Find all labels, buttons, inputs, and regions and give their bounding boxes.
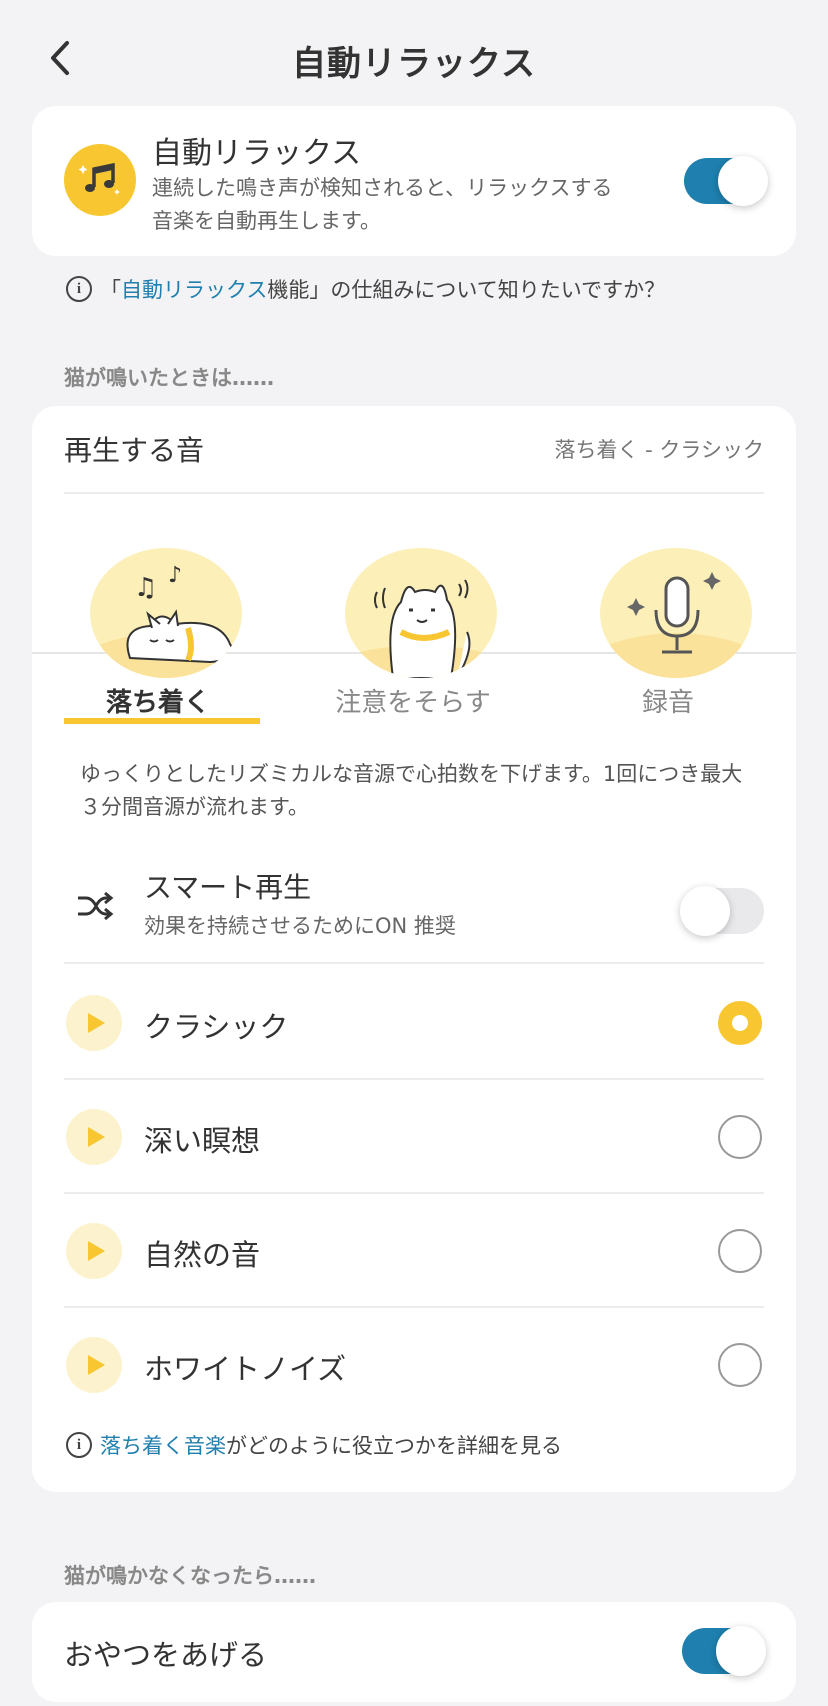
svg-text:♫: ♫ [134, 573, 157, 603]
sleeping-cat-icon: ♫ ♪ [90, 548, 242, 678]
tab-distract-label: 注意をそらす [335, 688, 491, 718]
sound-settings-card: 再生する音 落ち着く - クラシック ♫ ♪ 落ち着く 注意をそらす 録音 ゆっ… [32, 406, 796, 1492]
auto-relax-link[interactable]: 自動リラックス [121, 274, 267, 304]
tab-calm-label: 落ち着く [105, 688, 210, 718]
music-notes-icon [64, 144, 136, 216]
shuffle-icon [74, 886, 114, 930]
option-name: 深い瞑想 [144, 1124, 261, 1158]
option-name: 自然の音 [144, 1238, 261, 1272]
auto-relax-toggle[interactable] [684, 156, 768, 206]
option-classic[interactable]: クラシック [64, 966, 764, 1080]
nav-bar: 自動リラックス [0, 0, 828, 116]
smart-play-title: スマート再生 [144, 871, 312, 904]
treat-toggle[interactable] [682, 1626, 766, 1676]
microphone-icon [600, 548, 752, 678]
svg-text:♪: ♪ [168, 563, 182, 588]
option-name: ホワイトノイズ [144, 1352, 347, 1386]
radio-unselected[interactable] [718, 1115, 762, 1159]
auto-relax-card: 自動リラックス 連続した鳴き声が検知されると、リラックスする音楽を自動再生します… [32, 106, 796, 256]
smart-play-toggle[interactable] [680, 886, 764, 936]
radio-selected[interactable] [718, 1001, 762, 1045]
radio-unselected[interactable] [718, 1343, 762, 1387]
play-icon[interactable] [66, 1337, 122, 1393]
treat-label: おやつをあげる [64, 1638, 268, 1672]
info-icon: i [66, 276, 92, 302]
sound-tabs: ♫ ♪ 落ち着く 注意をそらす 録音 [32, 536, 796, 718]
info-icon: i [66, 1432, 92, 1458]
active-tab-indicator [64, 718, 260, 724]
page-title: 自動リラックス [292, 44, 536, 84]
auto-relax-title: 自動リラックス [152, 136, 362, 171]
tab-record-label: 録音 [641, 688, 694, 718]
play-icon[interactable] [66, 1223, 122, 1279]
option-deep-meditation[interactable]: 深い瞑想 [64, 1080, 764, 1194]
treat-card: おやつをあげる [32, 1602, 796, 1702]
tab-record[interactable]: 録音 [570, 536, 766, 718]
auto-relax-info: i 「 自動リラックス 機能」の仕組みについて知りたいですか？ [66, 274, 665, 304]
play-icon[interactable] [66, 1109, 122, 1165]
option-name: クラシック [144, 1010, 289, 1044]
tab-calm[interactable]: ♫ ♪ 落ち着く [60, 536, 256, 718]
calm-music-link[interactable]: 落ち着く音楽 [100, 1430, 226, 1460]
play-icon[interactable] [66, 995, 122, 1051]
sound-label: 再生する音 [64, 434, 205, 467]
tab-distract[interactable]: 注意をそらす [315, 536, 511, 718]
section-label-stopped: 猫が鳴かなくなったら…… [64, 1564, 316, 1588]
smart-play-row: スマート再生 効果を持続させるためにON 推奨 [64, 854, 764, 964]
waving-cat-icon [345, 548, 497, 678]
option-nature[interactable]: 自然の音 [64, 1194, 764, 1308]
option-white-noise[interactable]: ホワイトノイズ [64, 1308, 764, 1422]
sound-value: 落ち着く - クラシック [554, 438, 764, 462]
auto-relax-description: 連続した鳴き声が検知されると、リラックスする音楽を自動再生します。 [152, 176, 613, 233]
tab-description: ゆっくりとしたリズミカルな音源で心拍数を下げます。1回につき最大３分間音源が流れ… [80, 762, 743, 819]
section-label-meowing: 猫が鳴いたときは…… [64, 366, 274, 390]
calm-music-info: i 落ち着く音楽 がどのように役立つかを詳細を見る [66, 1430, 562, 1460]
smart-play-subtitle: 効果を持続させるためにON 推奨 [144, 914, 456, 938]
sound-row[interactable]: 再生する音 落ち着く - クラシック [64, 406, 764, 494]
radio-unselected[interactable] [718, 1229, 762, 1273]
